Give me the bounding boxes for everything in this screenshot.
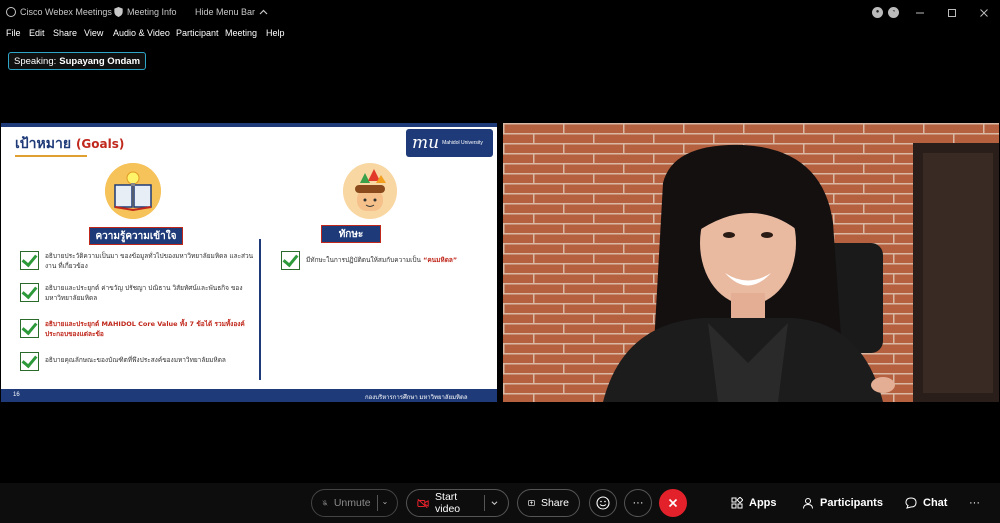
leave-meeting-button[interactable]: [659, 489, 687, 517]
close-icon: [668, 498, 678, 508]
meeting-controls-bar: Unmute Start video Share ··· Apps Partic…: [0, 483, 1000, 523]
checkmark-icon: [20, 319, 39, 338]
participants-label: Participants: [820, 497, 883, 509]
goal-item: อธิบายและประยุกต์ ค่าขวัญ ปรัชญา ปณิธาน …: [20, 283, 255, 303]
skill-header: ทักษะ: [321, 225, 381, 243]
goal-text: อธิบายและประยุกต์ ค่าขวัญ ปรัชญา ปณิธาน …: [45, 284, 243, 302]
webex-logo-icon: [6, 7, 16, 17]
share-button[interactable]: Share: [517, 489, 580, 517]
minimize-icon: [916, 12, 924, 13]
participants-icon: [803, 498, 813, 509]
menu-view[interactable]: View: [84, 28, 103, 38]
menu-bar: File Edit Share View Audio & Video Parti…: [0, 25, 1000, 41]
meeting-info-label: Meeting Info: [127, 7, 177, 17]
network-icon[interactable]: ◔: [888, 7, 899, 18]
share-label: Share: [540, 497, 569, 509]
menu-participant[interactable]: Participant: [176, 28, 219, 38]
skill-item: มีทักษะในการปฏิบัติตนให้สมกับความเป็น “ค…: [281, 251, 491, 270]
slide-top-band: [1, 123, 497, 127]
goal-text: อธิบายประวัติความเป็นมา ของข้อมูลทั่วไปข…: [45, 252, 254, 270]
book-lightbulb-icon: [105, 163, 161, 219]
column-divider: [259, 239, 261, 380]
meeting-info-button[interactable]: Meeting Info: [114, 7, 177, 17]
head-growth-icon: [343, 163, 397, 219]
start-video-label: Start video: [435, 491, 461, 515]
chat-label: Chat: [923, 497, 948, 509]
slide-title: เป้าหมาย (Goals): [15, 133, 124, 155]
slide-footer-org: กองบริหารการศึกษา มหาวิทยาลัยมหิดล: [365, 395, 468, 401]
apps-button[interactable]: Apps: [731, 489, 777, 517]
menu-edit[interactable]: Edit: [29, 28, 45, 38]
hide-menu-bar-label: Hide Menu Bar: [195, 7, 256, 17]
chat-bubble-icon: [905, 497, 917, 509]
smiley-icon: [596, 496, 610, 510]
connection-icon[interactable]: ●: [872, 7, 883, 18]
unmute-label: Unmute: [333, 497, 371, 509]
speaker-name: Supayang Ondam: [59, 55, 141, 67]
skill-text-highlight: “คนมหิดล”: [423, 256, 458, 264]
skill-text-main: มีทักษะในการปฏิบัติตนให้สมกับความเป็น: [306, 256, 421, 264]
share-screen-icon: [528, 499, 535, 506]
slide-footer: 16 กองบริหารการศึกษา มหาวิทยาลัยมหิดล: [1, 389, 497, 402]
goal-item: อธิบายและประยุกต์ MAHIDOL Core Value ทั้…: [20, 319, 255, 339]
unmute-button[interactable]: Unmute: [311, 489, 398, 517]
checkmark-icon: [20, 283, 39, 302]
apps-grid-icon: [731, 497, 743, 509]
goal-text: อธิบายและประยุกต์ MAHIDOL Core Value ทั้…: [45, 320, 245, 338]
slide-title-thai: เป้าหมาย: [15, 136, 72, 152]
checkmark-icon: [281, 251, 300, 270]
separator: [484, 495, 486, 511]
checkmark-icon: [20, 251, 39, 270]
goal-item: อธิบายคุณลักษณะของบัณฑิตที่พึงประสงค์ของ…: [20, 352, 255, 371]
reactions-button[interactable]: [589, 489, 617, 517]
app-title: Cisco Webex Meetings: [6, 7, 112, 17]
shield-icon: [114, 7, 123, 17]
mu-logo-text: Mahidol University: [442, 140, 483, 146]
mahidol-logo: mu Mahidol University: [406, 129, 493, 157]
skill-text: มีทักษะในการปฏิบัติตนให้สมกับความเป็น “ค…: [306, 255, 457, 265]
chevron-down-icon[interactable]: [491, 500, 498, 506]
maximize-button[interactable]: [936, 0, 968, 25]
video-off-icon: [417, 498, 429, 508]
menu-file[interactable]: File: [6, 28, 21, 38]
chevron-down-icon[interactable]: [383, 500, 387, 506]
overflow-menu-button[interactable]: ···: [969, 489, 980, 517]
overflow-icon: ···: [969, 497, 980, 509]
apps-label: Apps: [749, 497, 777, 509]
participants-button[interactable]: Participants: [802, 489, 883, 517]
title-bar: Cisco Webex Meetings Meeting Info Hide M…: [0, 0, 1000, 25]
app-name: Cisco Webex Meetings: [20, 7, 112, 17]
menu-help[interactable]: Help: [266, 28, 285, 38]
minimize-button[interactable]: [904, 0, 936, 25]
chevron-up-icon: [259, 9, 268, 15]
microphone-muted-icon: [322, 500, 328, 506]
slide-title-goals: (Goals): [75, 137, 125, 151]
more-options-icon: ···: [632, 497, 644, 509]
hide-menu-bar-button[interactable]: Hide Menu Bar: [195, 7, 268, 17]
start-video-button[interactable]: Start video: [406, 489, 509, 517]
goal-item: อธิบายประวัติความเป็นมา ของข้อมูลทั่วไปข…: [20, 251, 255, 271]
checkmark-icon: [20, 352, 39, 371]
participant-video[interactable]: [503, 123, 999, 402]
slide-page-number: 16: [13, 392, 20, 398]
knowledge-header: ความรู้ความเข้าใจ: [89, 227, 183, 245]
mu-logo-mark: mu: [412, 133, 440, 153]
title-underline: [15, 155, 87, 157]
active-speaker-badge: Speaking: Supayang Ondam: [8, 52, 147, 70]
maximize-icon: [948, 8, 956, 17]
close-button[interactable]: [968, 0, 1000, 25]
goal-text: อธิบายคุณลักษณะของบัณฑิตที่พึงประสงค์ของ…: [45, 356, 226, 364]
chat-button[interactable]: Chat: [905, 489, 947, 517]
menu-meeting[interactable]: Meeting: [225, 28, 257, 38]
speaking-label: Speaking:: [14, 55, 57, 67]
menu-audio-video[interactable]: Audio & Video: [113, 28, 170, 38]
close-icon: [980, 8, 988, 17]
menu-share[interactable]: Share: [53, 28, 77, 38]
shared-content-slide[interactable]: เป้าหมาย (Goals) mu Mahidol University ค…: [1, 123, 497, 402]
more-options-button[interactable]: ···: [624, 489, 652, 517]
